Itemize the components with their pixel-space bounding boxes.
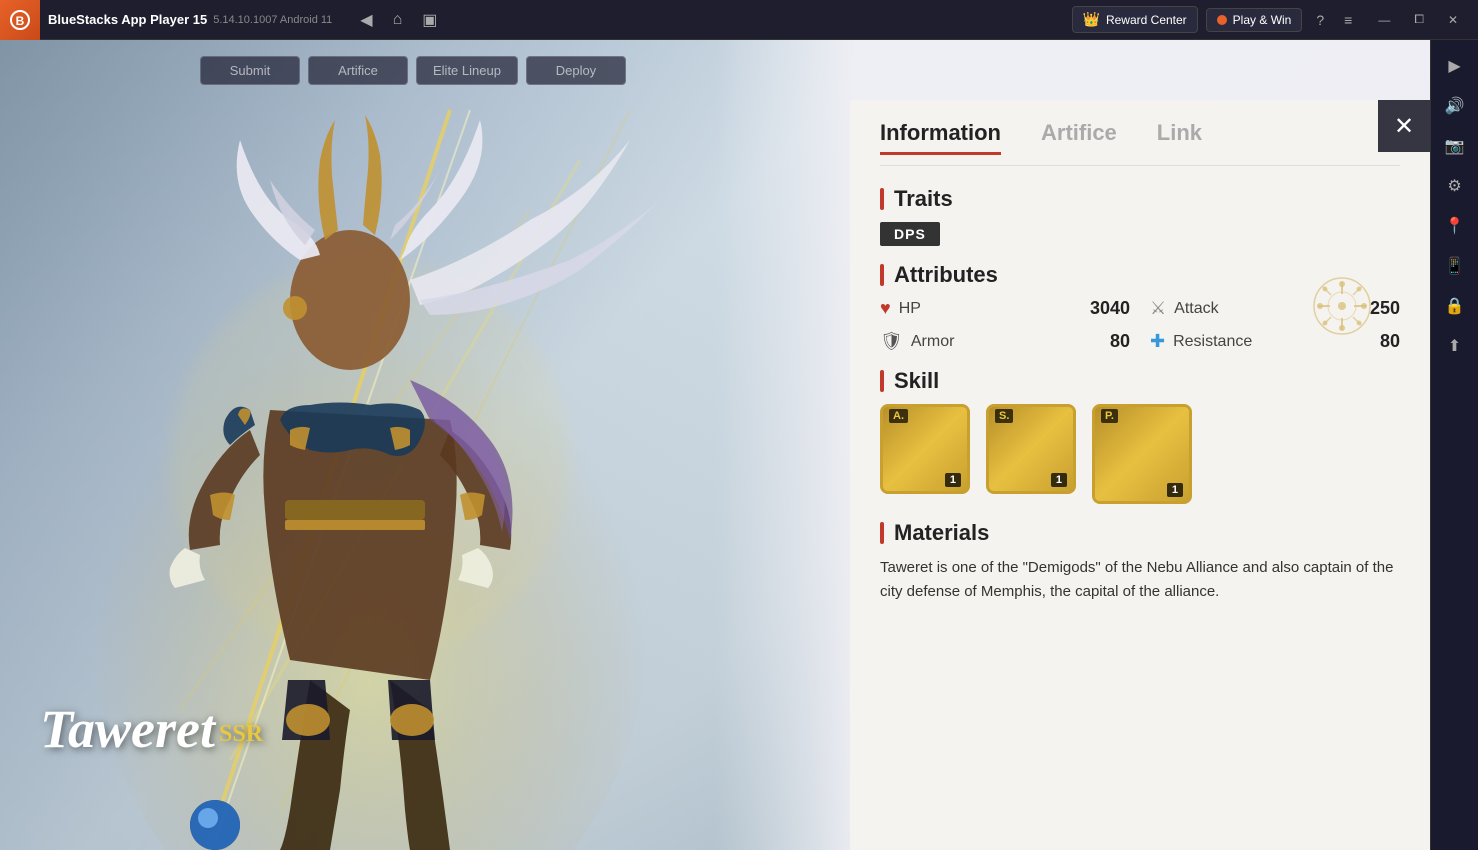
- sidebar-location-icon[interactable]: 📍: [1437, 208, 1473, 244]
- game-close-button[interactable]: ✕: [1378, 100, 1430, 152]
- tabs-button[interactable]: ▣: [414, 6, 445, 34]
- traits-title: Traits: [880, 186, 1400, 212]
- skill-card-a[interactable]: A. 1: [880, 404, 970, 494]
- panel-tabs: Information Artifice Link: [880, 120, 1400, 166]
- orange-dot-icon: [1217, 15, 1227, 25]
- char-rarity-badge: SSR: [219, 721, 263, 747]
- sidebar-play-icon[interactable]: ▶: [1437, 48, 1473, 84]
- dps-badge: DPS: [880, 222, 940, 246]
- play-win-label: Play & Win: [1233, 13, 1292, 27]
- armor-label: Armor: [911, 333, 1072, 351]
- sidebar-volume-icon[interactable]: 🔊: [1437, 88, 1473, 124]
- app-version: 5.14.10.1007 Android 11: [213, 14, 332, 26]
- skill-badge-a: A.: [889, 409, 908, 423]
- nav-controls: ◀ ⌂ ▣: [352, 6, 445, 34]
- reward-center-label: Reward Center: [1106, 13, 1187, 27]
- skill-level-p: 1: [1167, 483, 1183, 497]
- skill-title: Skill: [880, 368, 1400, 394]
- back-button[interactable]: ◀: [352, 6, 380, 34]
- hp-icon: ♥: [880, 298, 891, 319]
- attack-icon: ⚔: [1150, 298, 1166, 319]
- reward-center-button[interactable]: 👑 Reward Center: [1072, 6, 1198, 33]
- title-bar-right: 👑 Reward Center Play & Win ? ≡ — ⧠ ✕: [1072, 0, 1478, 40]
- main-content: Submit Artifice Elite Lineup Deploy Tawe…: [0, 40, 1430, 850]
- game-top-nav: Submit Artifice Elite Lineup Deploy: [0, 40, 1430, 100]
- home-button[interactable]: ⌂: [385, 7, 411, 33]
- materials-text: Taweret is one of the "Demigods" of the …: [880, 556, 1400, 604]
- skills-row: A. 1 S. 1: [880, 404, 1400, 504]
- maximize-button[interactable]: ⧠: [1402, 0, 1436, 40]
- skill-level-a: 1: [945, 473, 961, 487]
- faction-icon: [1312, 276, 1372, 336]
- armor-icon: 🛡: [880, 331, 903, 352]
- play-win-button[interactable]: Play & Win: [1206, 8, 1303, 32]
- skill-badge-p: P.: [1101, 409, 1118, 423]
- hp-label: HP: [899, 300, 1072, 318]
- close-window-button[interactable]: ✕: [1436, 0, 1470, 40]
- traits-section: Traits DPS: [880, 186, 1400, 246]
- tab-artifice[interactable]: Artifice: [1041, 120, 1117, 155]
- materials-title: Materials: [880, 520, 1400, 546]
- sidebar-lock-icon[interactable]: 🔒: [1437, 288, 1473, 324]
- right-sidebar: ▶ 🔊 📷 ⚙ 📍 📱 🔒 ⬆: [1430, 40, 1478, 850]
- resistance-icon: ✚: [1150, 331, 1165, 352]
- sidebar-phone-icon[interactable]: 📱: [1437, 248, 1473, 284]
- skill-level-s: 1: [1051, 473, 1067, 487]
- hp-value: 3040: [1080, 298, 1130, 319]
- minimize-button[interactable]: —: [1366, 0, 1402, 40]
- nav-submit[interactable]: Submit: [200, 56, 300, 85]
- character-name-display: TaweretSSR: [40, 698, 263, 760]
- tab-information[interactable]: Information: [880, 120, 1001, 155]
- nav-artifice[interactable]: Artifice: [308, 56, 408, 85]
- armor-value: 80: [1080, 331, 1130, 352]
- window-controls: — ⧠ ✕: [1366, 0, 1470, 40]
- skill-card-p[interactable]: P. 1: [1092, 404, 1192, 504]
- menu-button[interactable]: ≡: [1338, 8, 1358, 32]
- sidebar-camera-icon[interactable]: 📷: [1437, 128, 1473, 164]
- char-name-text: Taweret: [40, 699, 215, 759]
- app-logo: B: [0, 0, 40, 40]
- title-bar: B BlueStacks App Player 15 5.14.10.1007 …: [0, 0, 1478, 40]
- svg-text:B: B: [16, 14, 25, 28]
- attr-hp: ♥ HP 3040: [880, 298, 1130, 319]
- sidebar-settings-icon[interactable]: ⚙: [1437, 168, 1473, 204]
- attr-armor: 🛡 Armor 80: [880, 331, 1130, 352]
- tab-link[interactable]: Link: [1157, 120, 1202, 155]
- info-panel: Information Artifice Link: [850, 100, 1430, 850]
- crown-icon: 👑: [1083, 11, 1100, 28]
- skill-section: Skill A. 1: [880, 368, 1400, 504]
- sidebar-upload-icon[interactable]: ⬆: [1437, 328, 1473, 364]
- nav-deploy[interactable]: Deploy: [526, 56, 626, 85]
- materials-section: Materials Taweret is one of the "Demigod…: [880, 520, 1400, 604]
- skill-card-s[interactable]: S. 1: [986, 404, 1076, 494]
- skill-badge-s: S.: [995, 409, 1013, 423]
- help-button[interactable]: ?: [1310, 8, 1330, 32]
- app-name: BlueStacks App Player 15: [48, 12, 207, 27]
- nav-elite-lineup[interactable]: Elite Lineup: [416, 56, 518, 85]
